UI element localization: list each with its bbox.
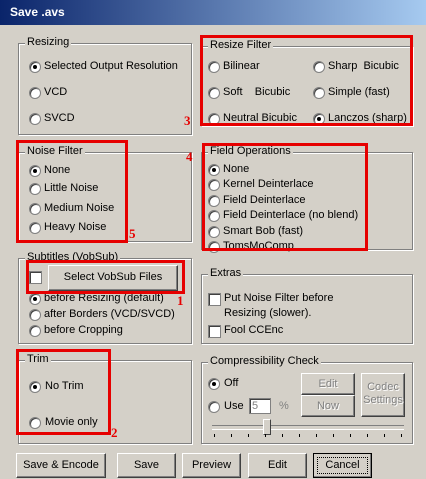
noise-before-resizing-label-2: Resizing (slower).: [224, 307, 312, 319]
slider-tick: [214, 434, 215, 437]
slider-tick: [384, 434, 385, 437]
compressibility-off-label: Off: [224, 377, 239, 389]
resizing-svcd-radio[interactable]: [29, 113, 41, 125]
annotation-box-vobsub: [26, 260, 185, 294]
resizing-title: Resizing: [25, 36, 72, 48]
compressibility-slider-track[interactable]: [212, 425, 404, 430]
slider-tick: [316, 434, 317, 437]
cancel-button[interactable]: Cancel: [313, 453, 372, 478]
annotation-box-trim: [16, 349, 111, 435]
annotation-number-3: 3: [184, 113, 191, 128]
subtitles-before-cropping-label: before Cropping: [44, 324, 123, 336]
subtitles-after-borders-radio[interactable]: [29, 309, 41, 321]
compressibility-edit-button[interactable]: Edit: [301, 373, 355, 395]
compressibility-off-radio[interactable]: [208, 378, 220, 390]
slider-tick: [367, 434, 368, 437]
noise-before-resizing-label: Put Noise Filter before: [224, 292, 334, 304]
fool-ccenc-checkbox[interactable]: [208, 325, 221, 338]
resizing-svcd-label: SVCD: [44, 112, 75, 124]
codec-settings-label-2: Settings: [363, 394, 403, 406]
annotation-box-noise-filter: [16, 140, 128, 243]
resizing-vcd-radio[interactable]: [29, 87, 41, 99]
resizing-selected-output-radio[interactable]: [29, 61, 41, 73]
save-button[interactable]: Save: [117, 453, 176, 478]
save-avs-dialog: Save .avs Resizing Selected Output Resol…: [0, 0, 426, 479]
edit-button[interactable]: Edit: [248, 453, 307, 478]
codec-settings-label-1: Codec: [367, 381, 399, 393]
compressibility-use-radio[interactable]: [208, 401, 220, 413]
annotation-box-field-operations: [202, 143, 368, 251]
compressibility-percent-input[interactable]: 5: [249, 398, 271, 414]
extras-title: Extras: [208, 267, 244, 279]
compressibility-slider-thumb[interactable]: [263, 419, 271, 435]
subtitles-before-cropping-radio[interactable]: [29, 325, 41, 337]
preview-button[interactable]: Preview: [182, 453, 241, 478]
percent-label: %: [279, 400, 289, 412]
window-title: Save .avs: [10, 5, 65, 19]
compressibility-now-button[interactable]: Now: [301, 395, 355, 417]
fool-ccenc-label: Fool CCEnc: [224, 324, 284, 336]
resizing-vcd-label: VCD: [44, 86, 68, 98]
save-encode-button[interactable]: Save & Encode: [16, 453, 106, 478]
noise-before-resizing-checkbox[interactable]: [208, 293, 221, 306]
slider-tick: [265, 434, 266, 437]
compressibility-use-label: Use: [224, 400, 244, 412]
slider-tick: [401, 434, 402, 437]
annotation-number-5: 5: [129, 226, 136, 241]
annotation-number-4: 4: [186, 149, 193, 164]
subtitles-before-resizing-radio[interactable]: [29, 293, 41, 305]
slider-tick: [333, 434, 334, 437]
subtitles-after-borders-label: after Borders (VCD/SVCD): [44, 308, 175, 320]
slider-tick: [350, 434, 351, 437]
slider-tick: [248, 434, 249, 437]
compressibility-title: Compressibility Check: [208, 355, 321, 367]
slider-tick: [231, 434, 232, 437]
title-bar: Save .avs: [0, 0, 426, 25]
slider-tick: [299, 434, 300, 437]
slider-ticks: [214, 434, 402, 438]
annotation-number-2: 2: [111, 425, 118, 440]
annotation-box-resize-filter: [200, 35, 413, 126]
slider-tick: [282, 434, 283, 437]
resizing-selected-output-label: Selected Output Resolution: [44, 60, 178, 72]
codec-settings-button[interactable]: Codec Settings: [361, 373, 405, 417]
annotation-number-1: 1: [177, 293, 184, 308]
